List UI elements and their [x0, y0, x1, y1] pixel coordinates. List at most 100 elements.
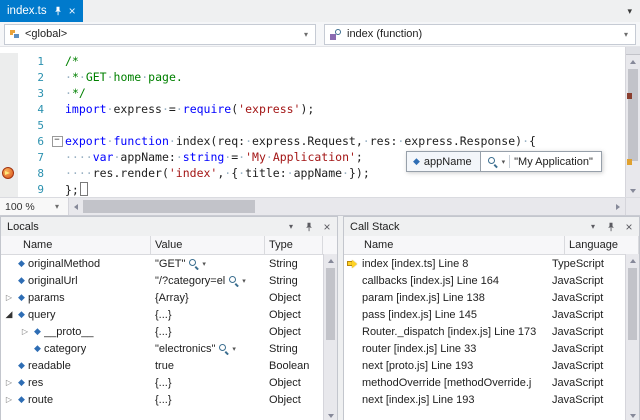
visualizer-dropdown-icon[interactable]: ▾ — [232, 345, 236, 353]
magnifier-icon[interactable] — [487, 156, 498, 167]
column-header-name[interactable]: Name — [344, 236, 565, 254]
locals-row[interactable]: ◆category"electronics"▾String — [1, 340, 324, 357]
scrollbar-thumb[interactable] — [326, 268, 335, 340]
code-text[interactable]: import·express·=·require('express'); — [65, 102, 314, 116]
scroll-down-arrow[interactable] — [626, 184, 640, 197]
scroll-right-arrow[interactable] — [611, 198, 625, 215]
code-text[interactable]: ·*/ — [65, 86, 86, 100]
breakpoint-margin[interactable] — [0, 149, 18, 165]
code-line: 2 ·*·GET·home·page. — [0, 69, 640, 85]
scroll-up-arrow[interactable] — [626, 55, 640, 68]
locals-row[interactable]: ◆readabletrueBoolean — [1, 357, 324, 374]
locals-row[interactable]: ◢◆query{...}Object — [1, 306, 324, 323]
code-text[interactable]: ·*·GET·home·page. — [65, 70, 183, 84]
locals-title-bar[interactable]: Locals ▾ × — [1, 217, 337, 236]
breakpoint-margin[interactable] — [0, 165, 18, 181]
code-token: GET — [86, 70, 107, 84]
callstack-row[interactable]: Router._dispatch [index.js] Line 173Java… — [344, 323, 626, 340]
line-number: 2 — [18, 71, 49, 84]
magnifier-icon[interactable] — [228, 275, 239, 286]
callstack-row[interactable]: router [index.js] Line 33JavaScript — [344, 340, 626, 357]
window-position-icon[interactable]: ▾ — [284, 220, 298, 234]
magnifier-icon[interactable] — [188, 258, 199, 269]
locals-row[interactable]: ▷◆res{...}Object — [1, 374, 324, 391]
locals-scrollbar[interactable] — [323, 254, 337, 420]
close-tab-icon[interactable]: × — [69, 6, 76, 16]
breakpoint-margin[interactable] — [0, 53, 18, 69]
zoom-control[interactable]: 100 % ▾ — [0, 198, 69, 215]
callstack-row[interactable]: index [index.ts] Line 8TypeScript — [344, 255, 626, 272]
breakpoint-margin[interactable] — [0, 101, 18, 117]
scroll-left-arrow[interactable] — [69, 198, 83, 215]
datatip-value-text: "My Application" — [514, 156, 593, 168]
breakpoint-margin[interactable] — [0, 117, 18, 133]
scroll-down-arrow[interactable] — [626, 409, 639, 420]
locals-row[interactable]: ◆originalMethod"GET"▾String — [1, 255, 324, 272]
magnifier-icon[interactable] — [218, 343, 229, 354]
scroll-down-arrow[interactable] — [324, 409, 337, 420]
editor-vertical-scrollbar[interactable] — [625, 47, 640, 197]
code-text[interactable]: ····var·appName:·string·=·'My·Applicatio… — [65, 150, 363, 164]
callstack-row[interactable]: pass [index.js] Line 145JavaScript — [344, 306, 626, 323]
tab-index-ts[interactable]: index.ts × — [0, 0, 83, 22]
locals-row[interactable]: ▷◆__proto__{...}Object — [1, 323, 324, 340]
callstack-title-bar[interactable]: Call Stack ▾ × — [344, 217, 639, 236]
code-text[interactable]: /* — [65, 54, 79, 68]
callstack-scrollbar[interactable] — [625, 254, 639, 420]
pin-tab-icon[interactable] — [53, 6, 63, 16]
locals-row[interactable]: ◆originalUrl"/?category=el▾String — [1, 272, 324, 289]
splitter-grip[interactable] — [626, 47, 640, 55]
code-token: 'My — [245, 150, 266, 164]
code-text[interactable]: ····res.render('index',·{·title:·appName… — [65, 166, 370, 180]
callstack-row[interactable]: next [proto.js] Line 193JavaScript — [344, 357, 626, 374]
pin-icon[interactable] — [604, 220, 618, 234]
scroll-up-arrow[interactable] — [324, 254, 337, 267]
close-icon[interactable]: × — [622, 220, 636, 234]
code-text[interactable]: export·function·index(req:·express.Reque… — [65, 134, 536, 148]
column-header-type[interactable]: Type — [265, 236, 323, 254]
variable-name: __proto__ — [44, 326, 94, 338]
breakpoint-margin[interactable] — [0, 133, 18, 149]
fold-collapse-icon[interactable]: − — [52, 136, 63, 147]
window-position-icon[interactable]: ▾ — [586, 220, 600, 234]
visualizer-dropdown-icon[interactable]: ▾ — [202, 260, 206, 268]
frame-name: index [index.ts] Line 8 — [362, 258, 468, 270]
locals-panel: Locals ▾ × Name Value Type ◆originalMeth… — [0, 216, 338, 420]
datatip-variable[interactable]: ◆ appName — [406, 151, 481, 172]
locals-value-cell: true — [151, 360, 265, 372]
locals-row[interactable]: ▷◆params{Array}Object — [1, 289, 324, 306]
code-line: 9}; — [0, 181, 640, 197]
tab-overflow-button[interactable]: ▾ — [619, 0, 640, 22]
editor-horizontal-scrollbar[interactable] — [69, 198, 640, 215]
column-header-value[interactable]: Value — [151, 236, 265, 254]
scope-dropdown[interactable]: <global> ▾ — [4, 24, 316, 45]
callstack-row[interactable]: callbacks [index.js] Line 164JavaScript — [344, 272, 626, 289]
pin-icon[interactable] — [302, 220, 316, 234]
expand-icon[interactable]: ▷ — [3, 293, 15, 302]
locals-row[interactable]: ▷◆route{...}Object — [1, 391, 324, 408]
breakpoint-margin[interactable] — [0, 85, 18, 101]
callstack-row[interactable]: param [index.js] Line 138JavaScript — [344, 289, 626, 306]
breakpoint-margin[interactable] — [0, 69, 18, 85]
scrollbar-thumb[interactable] — [83, 200, 255, 213]
close-icon[interactable]: × — [320, 220, 334, 234]
visualizer-dropdown-icon[interactable]: ▾ — [502, 158, 506, 166]
code-text[interactable]: }; — [65, 182, 88, 197]
collapse-icon[interactable]: ◢ — [3, 309, 15, 320]
scrollbar-track[interactable] — [83, 198, 611, 215]
scroll-up-arrow[interactable] — [626, 254, 639, 267]
callstack-row[interactable]: methodOverride [methodOverride.jJavaScri… — [344, 374, 626, 391]
expand-icon[interactable]: ▷ — [19, 327, 31, 336]
expand-icon[interactable]: ▷ — [3, 395, 15, 404]
column-header-language[interactable]: Language — [565, 236, 639, 254]
callstack-row[interactable]: next [index.js] Line 193JavaScript — [344, 391, 626, 408]
visualizer-dropdown-icon[interactable]: ▾ — [242, 277, 246, 285]
field-icon: ◆ — [15, 258, 28, 269]
scrollbar-thumb[interactable] — [628, 69, 638, 161]
expand-icon[interactable]: ▷ — [3, 378, 15, 387]
member-dropdown[interactable]: index (function) ▾ — [324, 24, 636, 45]
column-header-name[interactable]: Name — [1, 236, 151, 254]
breakpoint-margin[interactable] — [0, 181, 18, 197]
variable-name: originalMethod — [28, 258, 100, 270]
scrollbar-thumb[interactable] — [628, 268, 637, 340]
